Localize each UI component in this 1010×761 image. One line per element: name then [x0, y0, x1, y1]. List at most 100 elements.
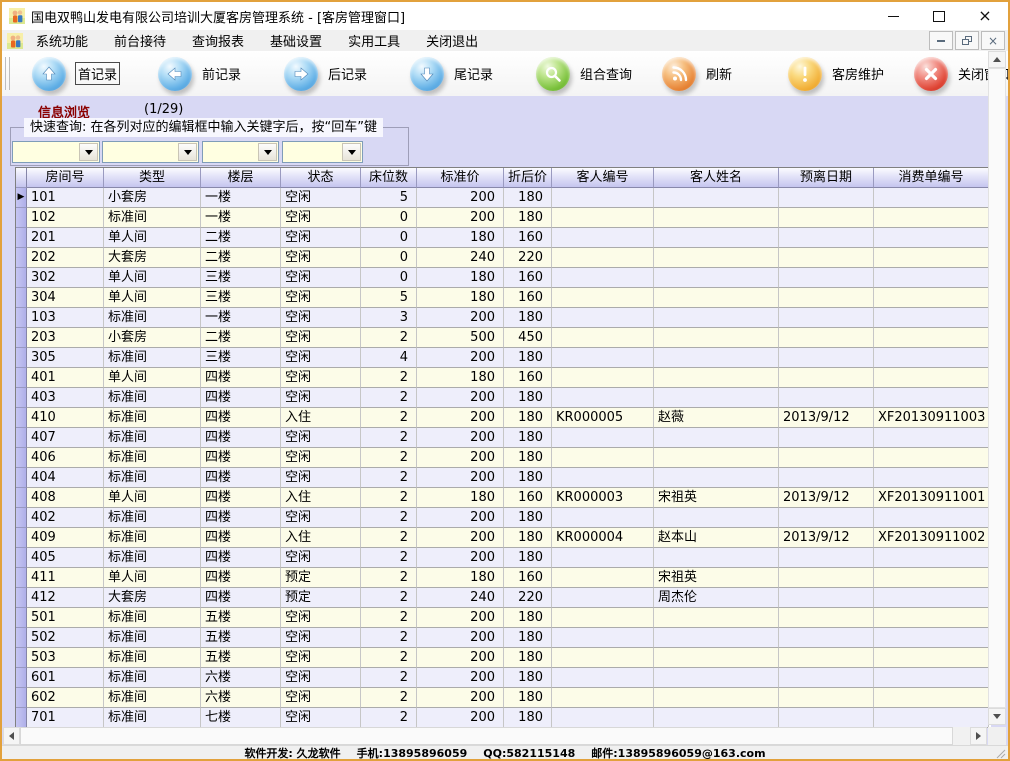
row-selector[interactable]	[16, 328, 27, 348]
minimize-button[interactable]	[870, 2, 916, 30]
row-selector[interactable]	[16, 348, 27, 368]
table-row[interactable]: 409标准间四楼入住2200180KR000004赵本山2013/9/12XF2…	[16, 528, 991, 548]
table-row[interactable]: 404标准间四楼空闲2200180	[16, 468, 991, 488]
table-row[interactable]: 103标准间一楼空闲3200180	[16, 308, 991, 328]
toolbar-drag-handle[interactable]	[5, 57, 10, 90]
table-row[interactable]: 407标准间四楼空闲2200180	[16, 428, 991, 448]
row-selector[interactable]	[16, 528, 27, 548]
row-selector[interactable]: ▶	[16, 188, 27, 208]
column-header[interactable]: 类型	[104, 168, 201, 188]
scroll-right-button[interactable]	[970, 727, 987, 745]
row-selector[interactable]	[16, 288, 27, 308]
menu-item-tools[interactable]: 实用工具	[335, 31, 413, 50]
column-header[interactable]: 消费单编号	[874, 168, 989, 188]
horizontal-scroll-thumb[interactable]	[20, 727, 953, 745]
dropdown-button[interactable]	[79, 143, 98, 161]
next-record-button[interactable]: 后记录	[284, 57, 410, 91]
menu-item-front-desk[interactable]: 前台接待	[101, 31, 179, 50]
menu-item-settings[interactable]: 基础设置	[257, 31, 335, 50]
row-selector[interactable]	[16, 688, 27, 708]
dropdown-button[interactable]	[342, 143, 361, 161]
menu-item-system[interactable]: 系统功能	[23, 31, 101, 50]
column-header[interactable]: 状态	[281, 168, 361, 188]
mdi-restore-button[interactable]	[955, 31, 979, 50]
column-header[interactable]: 客人编号	[552, 168, 654, 188]
filter-combo-status[interactable]	[282, 141, 363, 163]
table-row[interactable]: 408单人间四楼入住2180160KR000003宋祖英2013/9/12XF2…	[16, 488, 991, 508]
column-header[interactable]: 标准价	[417, 168, 504, 188]
prev-record-button[interactable]: 前记录	[158, 57, 284, 91]
vertical-scrollbar[interactable]	[988, 51, 1006, 725]
row-selector[interactable]	[16, 648, 27, 668]
filter-input-type[interactable]	[104, 143, 183, 161]
row-selector[interactable]	[16, 548, 27, 568]
row-selector[interactable]	[16, 468, 27, 488]
table-row[interactable]: 406标准间四楼空闲2200180	[16, 448, 991, 468]
table-row[interactable]: 411单人间四楼预定2180160宋祖英	[16, 568, 991, 588]
filter-combo-floor[interactable]	[202, 141, 279, 163]
combo-query-button[interactable]: 组合查询	[536, 57, 662, 91]
column-header[interactable]: 客人姓名	[654, 168, 779, 188]
mdi-minimize-button[interactable]	[929, 31, 953, 50]
scroll-down-button[interactable]	[988, 708, 1006, 725]
table-row[interactable]: 403标准间四楼空闲2200180	[16, 388, 991, 408]
column-header[interactable]: 房间号	[27, 168, 104, 188]
row-selector[interactable]	[16, 248, 27, 268]
filter-combo-room-number[interactable]	[12, 141, 100, 163]
table-row[interactable]: 102标准间一楼空闲0200180	[16, 208, 991, 228]
row-selector[interactable]	[16, 448, 27, 468]
horizontal-scrollbar[interactable]	[3, 727, 987, 745]
menu-item-reports[interactable]: 查询报表	[179, 31, 257, 50]
scroll-up-button[interactable]	[988, 51, 1006, 68]
row-selector[interactable]	[16, 588, 27, 608]
table-row[interactable]: ▶101小套房一楼空闲5200180	[16, 188, 991, 208]
table-row[interactable]: 203小套房二楼空闲2500450	[16, 328, 991, 348]
row-selector[interactable]	[16, 268, 27, 288]
resize-grip-icon[interactable]	[996, 749, 1006, 759]
table-row[interactable]: 602标准间六楼空闲2200180	[16, 688, 991, 708]
row-selector[interactable]	[16, 208, 27, 228]
row-selector[interactable]	[16, 668, 27, 688]
table-row[interactable]: 502标准间五楼空闲2200180	[16, 628, 991, 648]
table-row[interactable]: 402标准间四楼空闲2200180	[16, 508, 991, 528]
row-selector[interactable]	[16, 368, 27, 388]
table-row[interactable]: 302单人间三楼空闲0180160	[16, 268, 991, 288]
filter-input-floor[interactable]	[204, 143, 263, 161]
table-row[interactable]: 405标准间四楼空闲2200180	[16, 548, 991, 568]
dropdown-button[interactable]	[258, 143, 277, 161]
table-row[interactable]: 410标准间四楼入住2200180KR000005赵薇2013/9/12XF20…	[16, 408, 991, 428]
row-selector[interactable]	[16, 308, 27, 328]
table-row[interactable]: 401单人间四楼空闲2180160	[16, 368, 991, 388]
row-selector[interactable]	[16, 428, 27, 448]
table-row[interactable]: 305标准间三楼空闲4200180	[16, 348, 991, 368]
table-row[interactable]: 503标准间五楼空闲2200180	[16, 648, 991, 668]
column-header[interactable]: 折后价	[504, 168, 552, 188]
row-selector[interactable]	[16, 508, 27, 528]
vertical-scroll-thumb[interactable]	[988, 68, 1006, 708]
refresh-button[interactable]: 刷新	[662, 57, 788, 91]
maximize-button[interactable]	[916, 2, 962, 30]
dropdown-button[interactable]	[178, 143, 197, 161]
last-record-button[interactable]: 尾记录	[410, 57, 536, 91]
table-row[interactable]: 601标准间六楼空闲2200180	[16, 668, 991, 688]
row-selector[interactable]	[16, 628, 27, 648]
menu-item-exit[interactable]: 关闭退出	[413, 31, 491, 50]
row-selector[interactable]	[16, 608, 27, 628]
row-selector[interactable]	[16, 388, 27, 408]
filter-input-status[interactable]	[284, 143, 347, 161]
table-row[interactable]: 202大套房二楼空闲0240220	[16, 248, 991, 268]
table-row[interactable]: 501标准间五楼空闲2200180	[16, 608, 991, 628]
row-selector[interactable]	[16, 488, 27, 508]
row-selector[interactable]	[16, 408, 27, 428]
first-record-button[interactable]: 首记录	[32, 57, 158, 91]
row-selector[interactable]	[16, 228, 27, 248]
close-button[interactable]: ×	[962, 2, 1008, 30]
row-selector[interactable]	[16, 708, 27, 728]
scroll-left-button[interactable]	[3, 727, 20, 745]
column-header[interactable]: 床位数	[361, 168, 417, 188]
filter-input-room-number[interactable]	[14, 143, 84, 161]
room-maintenance-button[interactable]: 客房维护	[788, 57, 914, 91]
table-row[interactable]: 304单人间三楼空闲5180160	[16, 288, 991, 308]
table-row[interactable]: 201单人间二楼空闲0180160	[16, 228, 991, 248]
row-selector[interactable]	[16, 568, 27, 588]
